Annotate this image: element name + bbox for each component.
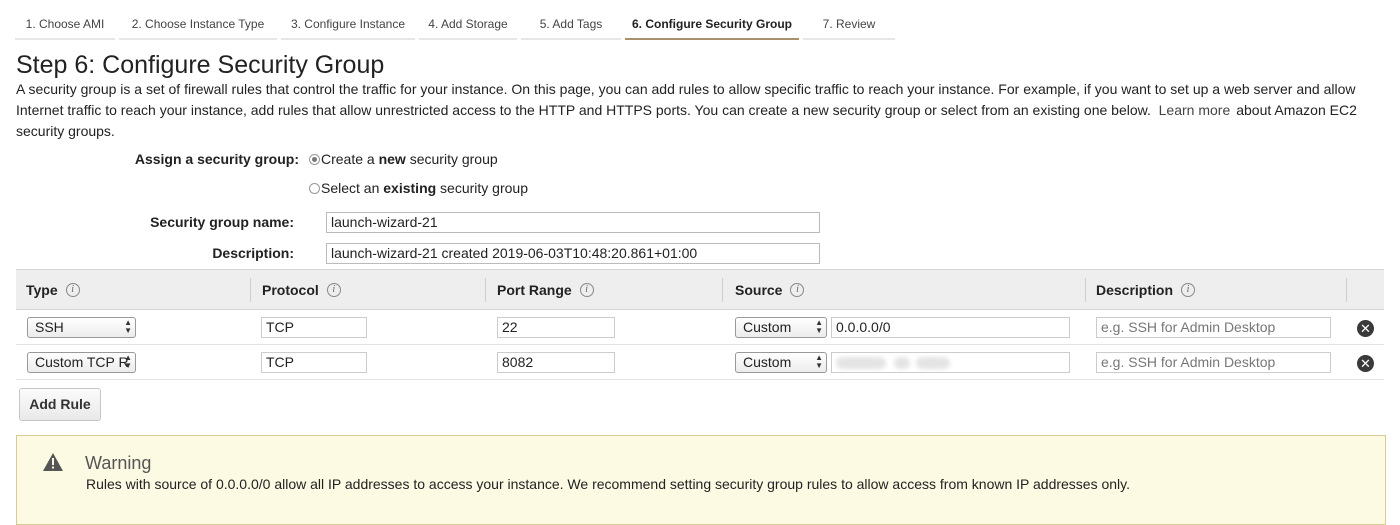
type-select[interactable]: SSH ▲ ▼: [27, 317, 136, 338]
col-source: Source i: [735, 282, 805, 298]
redacted-blur: [916, 357, 950, 369]
radio-create-new[interactable]: Create a new security group: [309, 151, 498, 167]
radio-button-checked[interactable]: [309, 153, 320, 165]
option-text: security group: [405, 151, 498, 167]
tab-configure-security-group[interactable]: 6. Configure Security Group: [625, 0, 799, 40]
col-type-label: Type: [26, 282, 58, 298]
col-protocol: Protocol i: [262, 282, 341, 298]
select-arrows-icon: ▲ ▼: [815, 353, 823, 370]
tab-label: 4. Add Storage: [428, 17, 508, 31]
info-icon[interactable]: i: [65, 283, 80, 297]
tab-add-storage[interactable]: 4. Add Storage: [419, 0, 517, 40]
port-range-input[interactable]: 22: [497, 317, 615, 338]
column-divider: [485, 278, 486, 302]
group-name-input[interactable]: launch-wizard-21: [326, 212, 820, 233]
redacted-blur: [894, 357, 910, 369]
warning-title: Warning: [85, 453, 152, 473]
tab-label: 3. Configure Instance: [290, 17, 406, 31]
option-text: security group: [436, 180, 528, 196]
add-rule-button[interactable]: Add Rule: [19, 388, 101, 421]
page-intro: A security group is a set of firewall ru…: [16, 79, 1391, 142]
column-divider: [250, 278, 251, 302]
source-type-value: Custom: [743, 319, 792, 335]
source-cidr-input[interactable]: 0.0.0.0/0: [831, 317, 1070, 338]
select-arrows-icon: ▲ ▼: [124, 318, 132, 335]
assign-group-label: Assign a security group:: [134, 151, 299, 167]
tab-configure-instance[interactable]: 3. Configure Instance: [281, 0, 415, 40]
select-arrows-icon: ▲ ▼: [815, 318, 823, 335]
col-description: Description i: [1096, 282, 1196, 298]
type-select-value: SSH: [35, 319, 64, 335]
tab-review[interactable]: 7. Review: [803, 0, 895, 40]
group-description-input[interactable]: launch-wizard-21 created 2019-06-03T10:4…: [326, 243, 820, 264]
radio-label-existing: Select an existing security group: [321, 180, 528, 196]
wizard-steps: 1. Choose AMI 2. Choose Instance Type 3.…: [15, 0, 899, 40]
col-protocol-label: Protocol: [262, 282, 319, 298]
source-type-value: Custom: [743, 354, 792, 370]
warning-box: Warning Rules with source of 0.0.0.0/0 a…: [16, 435, 1386, 525]
col-source-label: Source: [735, 282, 783, 298]
option-text: Select an: [321, 180, 384, 196]
tab-label: 7. Review: [822, 17, 876, 31]
info-icon[interactable]: i: [790, 283, 805, 297]
protocol-field: TCP: [261, 352, 367, 373]
group-description-label: Description:: [212, 245, 294, 261]
option-bold: new: [378, 151, 406, 167]
table-row: Custom TCP R ▲ ▼ TCP 8082 Custom ▲ ▼ e.g. SS…: [16, 345, 1384, 380]
learn-more-link[interactable]: Learn more: [1159, 102, 1231, 118]
group-name-label: Security group name:: [150, 214, 294, 230]
page-title: Step 6: Configure Security Group: [16, 51, 385, 79]
source-cidr-input[interactable]: [831, 352, 1070, 373]
tab-choose-ami[interactable]: 1. Choose AMI: [15, 0, 115, 40]
warning-text: Rules with source of 0.0.0.0/0 allow all…: [86, 476, 1131, 492]
remove-circle-icon[interactable]: ✕: [1357, 320, 1374, 337]
tab-label: 1. Choose AMI: [25, 17, 105, 31]
rule-description-input[interactable]: e.g. SSH for Admin Desktop: [1096, 317, 1331, 338]
warning-triangle-icon: [43, 453, 63, 471]
tab-label: 6. Configure Security Group: [631, 17, 793, 31]
rule-description-input[interactable]: e.g. SSH for Admin Desktop: [1096, 352, 1331, 373]
intro-text: A security group is a set of firewall ru…: [16, 81, 1356, 118]
rules-table-header: Type i Protocol i Port Range i Source i Desc…: [16, 269, 1384, 310]
tab-choose-instance-type[interactable]: 2. Choose Instance Type: [119, 0, 277, 40]
option-bold: existing: [383, 180, 437, 196]
column-divider: [1085, 278, 1086, 302]
col-description-label: Description: [1096, 282, 1174, 298]
option-text: Create a: [321, 151, 379, 167]
col-port-range-label: Port Range: [497, 282, 572, 298]
protocol-field: TCP: [261, 317, 367, 338]
tab-label: 2. Choose Instance Type: [131, 17, 265, 31]
column-divider: [1346, 278, 1347, 302]
info-icon[interactable]: i: [1181, 283, 1196, 297]
tab-add-tags[interactable]: 5. Add Tags: [521, 0, 621, 40]
table-row: SSH ▲ ▼ TCP 22 Custom ▲ ▼ 0.0.0.0/0 e.g. SSH…: [16, 310, 1384, 345]
type-select[interactable]: Custom TCP R ▲ ▼: [27, 352, 136, 373]
remove-circle-icon[interactable]: ✕: [1357, 355, 1374, 372]
col-type: Type i: [26, 282, 80, 298]
redacted-blur: [836, 357, 886, 369]
source-type-select[interactable]: Custom ▲ ▼: [735, 317, 827, 338]
col-port-range: Port Range i: [497, 282, 594, 298]
radio-button[interactable]: [309, 182, 320, 194]
column-divider: [722, 278, 723, 302]
radio-label-new: Create a new security group: [321, 151, 498, 167]
info-icon[interactable]: i: [326, 283, 341, 297]
type-select-value: Custom TCP R: [35, 354, 129, 370]
select-arrows-icon: ▲ ▼: [124, 353, 132, 370]
source-type-select[interactable]: Custom ▲ ▼: [735, 352, 827, 373]
radio-select-existing[interactable]: Select an existing security group: [309, 180, 528, 196]
port-range-input[interactable]: 8082: [497, 352, 615, 373]
tab-label: 5. Add Tags: [539, 17, 603, 31]
info-icon[interactable]: i: [579, 283, 594, 297]
